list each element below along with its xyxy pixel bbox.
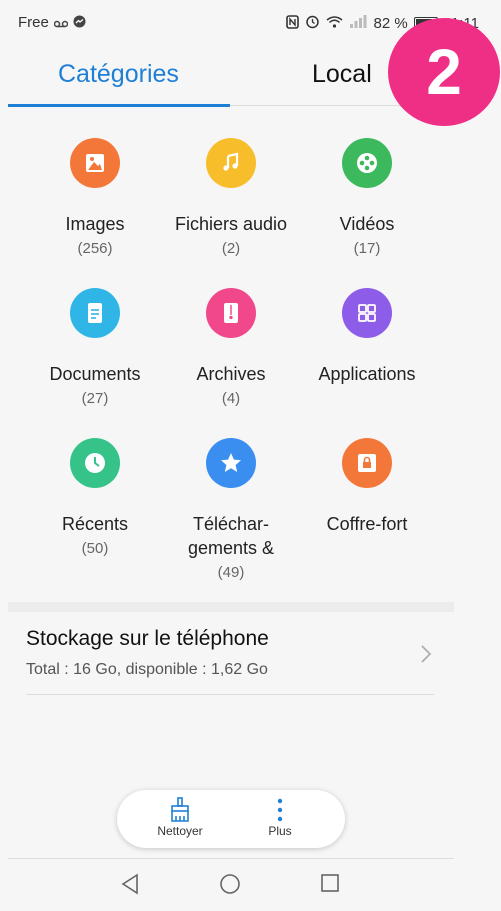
voicemail-icon <box>53 15 69 31</box>
category-safe[interactable]: Coffre-fort <box>292 438 442 540</box>
category-recents[interactable]: Récents (50) <box>20 438 170 557</box>
alarm-icon <box>305 14 320 32</box>
category-label: Images <box>65 214 125 234</box>
tab-local[interactable]: Local <box>312 60 372 89</box>
category-count: (4) <box>221 390 241 407</box>
more-vertical-icon <box>235 796 325 824</box>
category-label: Applications <box>318 364 416 384</box>
step-number-badge: 2 <box>388 18 500 126</box>
archive-zip-icon <box>206 288 256 338</box>
category-downloads[interactable]: Téléchar- gements & (49) <box>156 438 306 581</box>
recents-icon[interactable] <box>320 873 340 898</box>
more-label: Plus <box>268 824 292 838</box>
active-tab-indicator <box>8 104 230 107</box>
category-label: Vidéos <box>339 214 395 234</box>
safe-lock-icon <box>342 438 392 488</box>
phone-storage-item[interactable]: Stockage sur le téléphone Total : 16 Go,… <box>26 627 436 679</box>
category-label: Récents <box>61 514 129 534</box>
category-documents[interactable]: Documents (27) <box>20 288 170 407</box>
category-label: Documents <box>49 364 141 384</box>
section-separator <box>8 602 454 612</box>
bottom-toolbar: Nettoyer Plus <box>117 790 345 848</box>
category-count: (27) <box>81 390 109 407</box>
home-icon[interactable] <box>219 873 241 900</box>
category-label: Archives <box>196 364 266 384</box>
category-count: (256) <box>77 240 113 257</box>
wifi-icon <box>326 15 343 31</box>
storage-subtitle: Total : 16 Go, disponible : 1,62 Go <box>26 661 268 678</box>
category-label: Téléchar- gements & <box>187 514 275 558</box>
apps-grid-icon <box>342 288 392 338</box>
tab-categories[interactable]: Catégories <box>58 60 179 89</box>
more-button[interactable]: Plus <box>235 796 325 838</box>
nfc-icon <box>286 14 300 32</box>
star-icon <box>206 438 256 488</box>
category-audio[interactable]: Fichiers audio (2) <box>156 138 306 257</box>
system-nav-bar <box>8 858 454 911</box>
image-icon <box>70 138 120 188</box>
category-label: Coffre-fort <box>326 514 408 534</box>
document-icon <box>70 288 120 338</box>
storage-title: Stockage sur le téléphone <box>26 627 269 650</box>
signal-icon <box>349 15 367 31</box>
chevron-right-icon <box>420 644 432 670</box>
clock-icon <box>70 438 120 488</box>
category-images[interactable]: Images (256) <box>20 138 170 257</box>
clean-button[interactable]: Nettoyer <box>135 796 225 838</box>
category-count: (49) <box>217 564 245 581</box>
storage-divider <box>26 694 434 695</box>
category-videos[interactable]: Vidéos (17) <box>292 138 442 257</box>
category-count: (17) <box>353 240 381 257</box>
category-label: Fichiers audio <box>174 214 288 234</box>
carrier-name: Free <box>18 14 49 31</box>
broom-icon <box>135 796 225 824</box>
category-archives[interactable]: Archives (4) <box>156 288 306 407</box>
back-icon[interactable] <box>120 873 140 900</box>
messenger-icon <box>73 15 86 31</box>
category-applications[interactable]: Applications <box>292 288 442 390</box>
category-count: (50) <box>81 540 109 557</box>
battery-percent: 82 % <box>373 14 408 32</box>
music-note-icon <box>206 138 256 188</box>
category-count: (2) <box>221 240 241 257</box>
film-reel-icon <box>342 138 392 188</box>
clean-label: Nettoyer <box>157 824 203 838</box>
